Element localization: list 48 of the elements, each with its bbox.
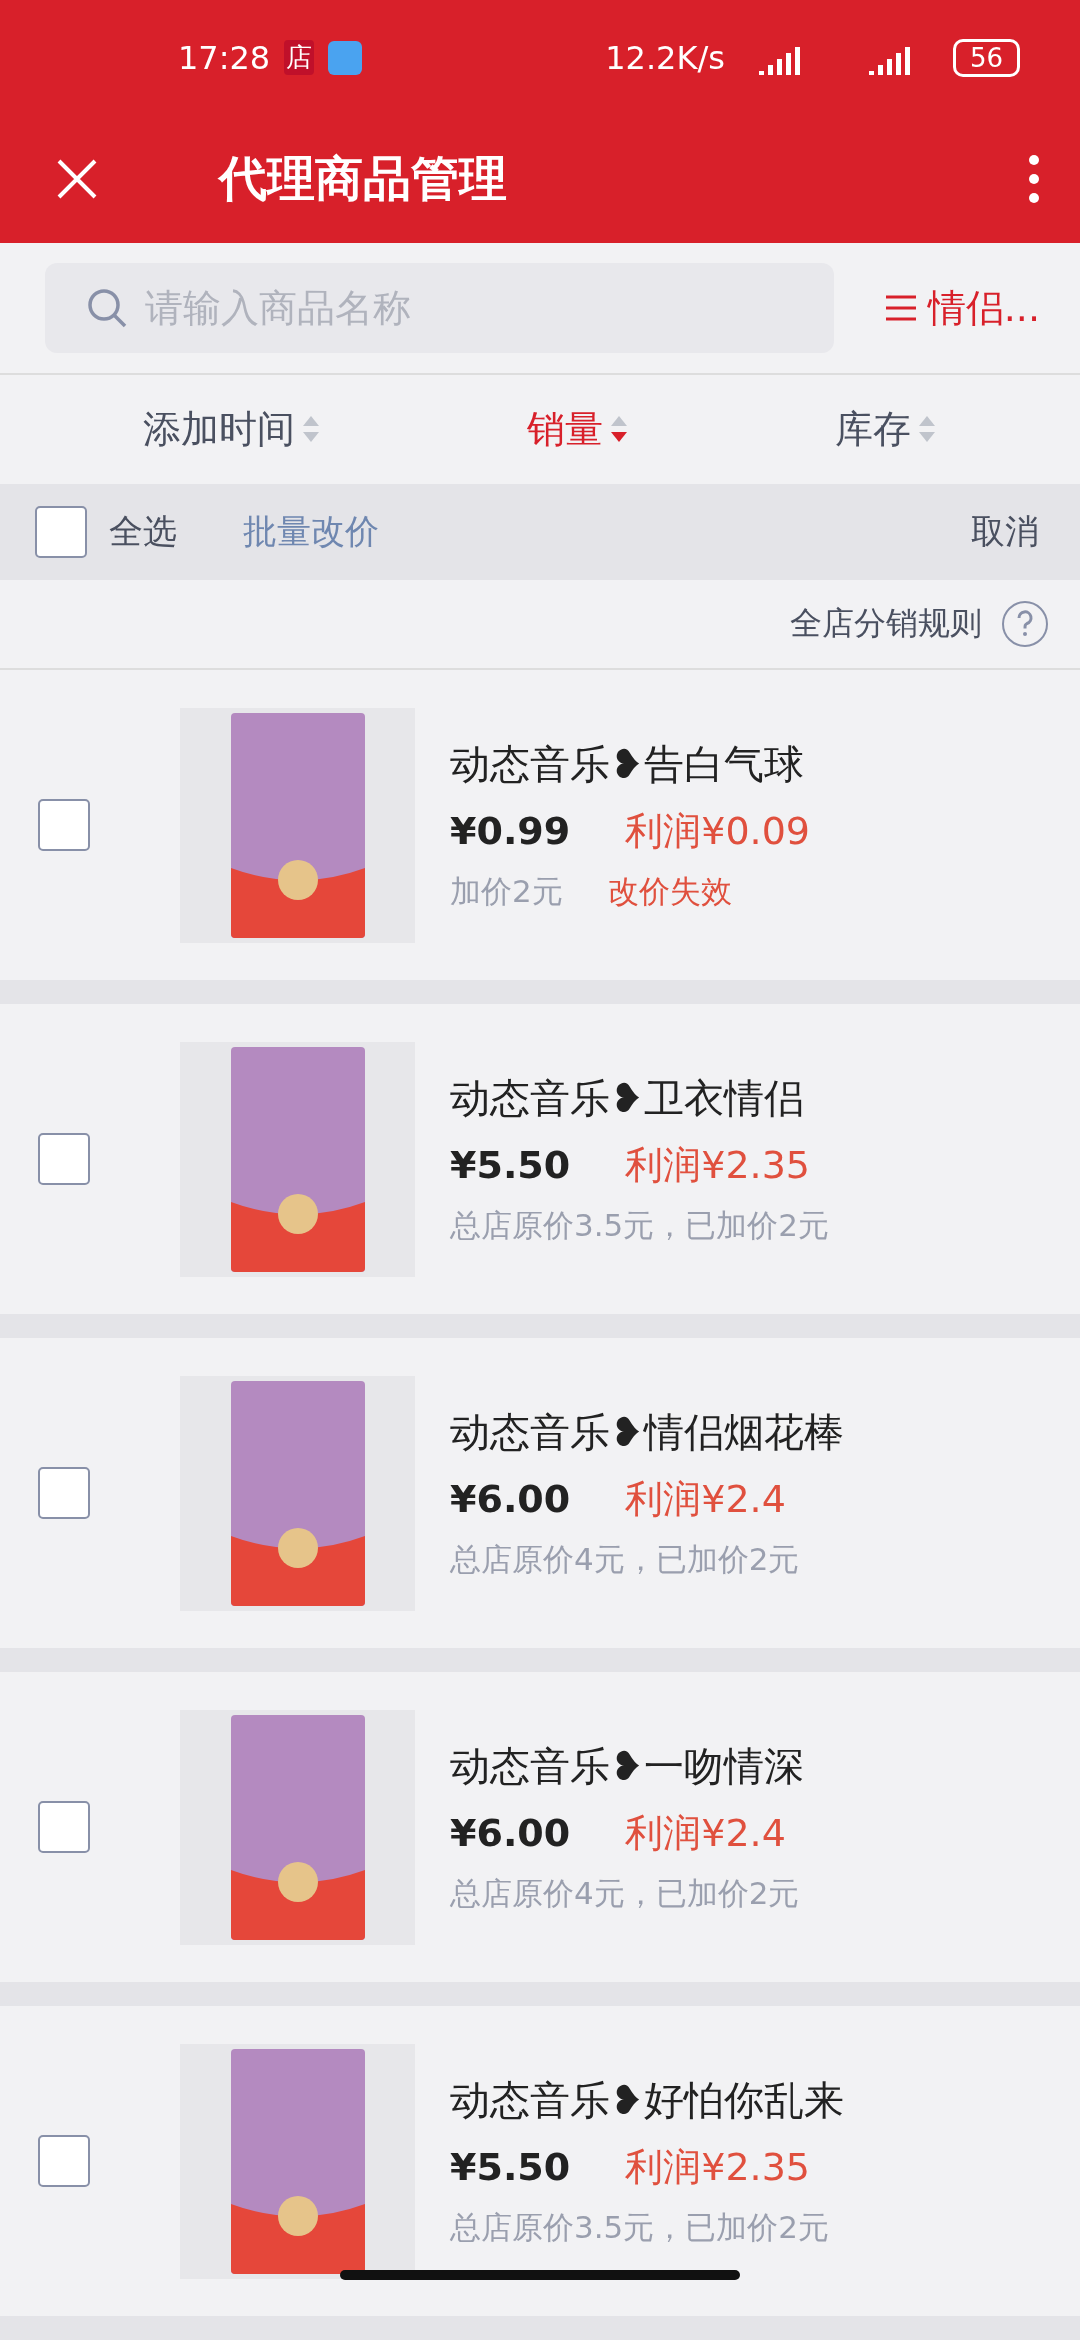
checkbox[interactable]	[38, 1801, 90, 1853]
checkbox[interactable]	[35, 505, 87, 558]
page-title: 代理商品管理	[219, 149, 508, 208]
profit-amount: 利润¥2.4	[625, 1810, 786, 1857]
product-title: 动态音乐❥好怕你乱来	[450, 2076, 844, 2125]
sort-tab[interactable]: 销量	[521, 402, 635, 456]
product-price: ¥0.99	[450, 809, 571, 853]
cancel-button[interactable]: 取消	[965, 507, 1045, 556]
product-title: 动态音乐❥告白气球	[450, 740, 805, 789]
shop-notification-badge: 店	[284, 40, 315, 75]
sort-tab[interactable]: 库存	[829, 402, 943, 456]
close-button[interactable]	[55, 157, 99, 201]
price-note: 总店原价4元，已加价2元	[450, 1540, 800, 1579]
distribution-rules-label: 全店分销规则	[790, 603, 982, 645]
price-note: 总店原价3.5元，已加价2元	[450, 1206, 830, 1245]
checkbox[interactable]	[38, 799, 90, 851]
network-speed: 12.2K/s	[605, 38, 725, 77]
menu-icon	[883, 294, 918, 322]
profit-amount: 利润¥0.09	[625, 808, 810, 855]
profit-amount: 利润¥2.35	[625, 1142, 810, 1189]
sort-tab[interactable]: 添加时间	[137, 402, 327, 456]
profit-amount: 利润¥2.4	[625, 1476, 786, 1523]
product-title: 动态音乐❥情侣烟花棒	[450, 1408, 844, 1457]
search-field[interactable]: 请输入商品名称	[45, 263, 834, 353]
profit-amount: 利润¥2.35	[625, 2144, 810, 2191]
battery-level: 56	[952, 38, 1020, 77]
price-note: 总店原价4元，已加价2元	[450, 1874, 800, 1913]
search-input[interactable]: 请输入商品名称	[143, 285, 834, 331]
select-all-label: 全选	[109, 509, 177, 553]
product-title: 动态音乐❥卫衣情侣	[450, 1074, 805, 1123]
question-mark-icon	[1015, 610, 1035, 639]
checkbox[interactable]	[38, 2135, 90, 2187]
product-price: ¥5.50	[450, 1143, 571, 1187]
help-button[interactable]	[1002, 601, 1048, 648]
search-icon	[85, 286, 129, 330]
category-filter-button[interactable]: 情侣...	[863, 282, 1040, 334]
checkbox[interactable]	[38, 1467, 90, 1519]
price-note: 加价2元	[450, 872, 563, 911]
status-time: 17:28	[178, 38, 271, 77]
checkbox[interactable]	[38, 1133, 90, 1185]
app-notification-icon	[328, 40, 363, 75]
product-price: ¥6.00	[450, 1477, 571, 1521]
product-price: ¥5.50	[450, 2145, 571, 2189]
product-price: ¥6.00	[450, 1811, 571, 1855]
price-change-status: 改价失效	[607, 872, 732, 911]
product-title: 动态音乐❥一吻情深	[450, 1742, 804, 1791]
more-menu-button[interactable]	[1028, 154, 1040, 204]
price-note: 总店原价3.5元，已加价2元	[450, 2208, 830, 2247]
